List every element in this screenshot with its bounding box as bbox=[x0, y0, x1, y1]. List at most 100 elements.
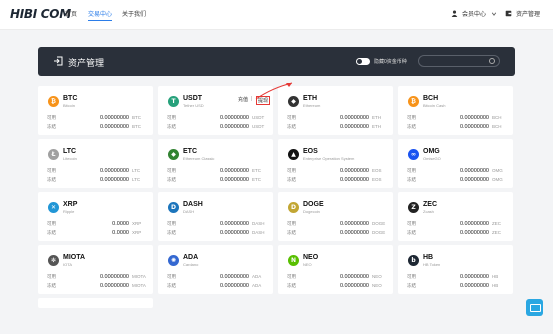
available-unit: EOS bbox=[372, 168, 382, 173]
frozen-label: 冻结 bbox=[407, 230, 416, 235]
coin-card-hb: b HB HB Token 可用 0.00000000 HB 冻结 0.00000000 HB bbox=[398, 245, 513, 294]
coin-symbol: DASH bbox=[183, 201, 203, 208]
available-label: 可用 bbox=[407, 274, 416, 279]
available-label: 可用 bbox=[287, 274, 296, 279]
ltc-icon: Ł bbox=[48, 149, 59, 160]
frozen-amount: 0.00000000 bbox=[339, 283, 369, 289]
member-center-menu[interactable]: 会员中心 bbox=[451, 9, 497, 18]
coin-name: HB Token bbox=[423, 262, 441, 267]
frozen-amount: 0.00000000 bbox=[219, 283, 249, 289]
coin-symbol: BTC bbox=[63, 95, 78, 102]
available-amount: 0.00000000 bbox=[459, 115, 489, 121]
available-unit: XRP bbox=[132, 221, 142, 226]
available-unit: NEO bbox=[372, 274, 382, 279]
coin-symbol: USDT bbox=[183, 95, 203, 102]
available-label: 可用 bbox=[167, 115, 176, 120]
member-center-label: 会员中心 bbox=[462, 12, 487, 18]
coin-name: OmiseGO bbox=[423, 156, 441, 161]
asset-management-link[interactable]: 资产管理 bbox=[505, 9, 540, 18]
frozen-unit: ZEC bbox=[492, 230, 501, 235]
coin-symbol: BCH bbox=[423, 95, 439, 102]
coin-card-eos: ▲ EOS Enterprise Operation System 可用 0.00000… bbox=[278, 139, 393, 188]
frozen-label: 冻结 bbox=[47, 177, 56, 182]
coin-card-zec: Z ZEC Zcash 可用 0.00000000 ZEC 冻结 0.00000000 ZEC bbox=[398, 192, 513, 241]
available-amount: 0.00000000 bbox=[219, 274, 249, 280]
coin-name: Enterprise Operation System bbox=[303, 156, 355, 161]
coin-card-partial bbox=[38, 298, 153, 308]
frozen-unit: BCH bbox=[492, 124, 502, 129]
eos-icon: ▲ bbox=[288, 149, 299, 160]
coin-name: Zcash bbox=[423, 209, 434, 214]
coin-symbol: MIOTA bbox=[63, 254, 86, 261]
frozen-label: 冻结 bbox=[287, 230, 296, 235]
nav-about-us[interactable]: 关于我们 bbox=[122, 9, 146, 18]
neo-icon: N bbox=[288, 255, 299, 266]
brand-name: HIBI COM bbox=[10, 7, 71, 21]
coin-card-btc: ₿ BTC Bitcoin 可用 0.00000000 BTC 冻结 0.00000000 BT… bbox=[38, 86, 153, 135]
available-amount: 0.00000000 bbox=[339, 115, 369, 121]
available-amount: 0.00000000 bbox=[219, 168, 249, 174]
available-amount: 0.00000000 bbox=[459, 221, 489, 227]
asset-management-label: 资产管理 bbox=[516, 12, 541, 18]
bch-icon: ₿ bbox=[408, 96, 419, 107]
deposit-link[interactable]: 充值 bbox=[238, 96, 248, 103]
coin-search-input[interactable] bbox=[418, 55, 500, 67]
frozen-amount: 0.00000000 bbox=[219, 230, 249, 236]
dash-icon: D bbox=[168, 202, 179, 213]
available-unit: ZEC bbox=[492, 221, 501, 226]
coin-name: NEO bbox=[303, 262, 312, 267]
annotation-arrow bbox=[255, 82, 293, 100]
available-amount: 0.00000000 bbox=[339, 274, 369, 280]
available-amount: 0.00000000 bbox=[219, 115, 249, 121]
frozen-amount: 0.00000000 bbox=[219, 177, 249, 183]
chevron-down-icon bbox=[491, 12, 497, 16]
frozen-label: 冻结 bbox=[167, 124, 176, 129]
frozen-unit: OMG bbox=[492, 177, 503, 182]
frozen-label: 冻结 bbox=[167, 177, 176, 182]
iota-icon: ✻ bbox=[48, 255, 59, 266]
nav-trading-center[interactable]: 交易中心 bbox=[88, 9, 113, 21]
zec-icon: Z bbox=[408, 202, 419, 213]
available-label: 可用 bbox=[287, 168, 296, 173]
frozen-unit: USDT bbox=[252, 124, 265, 129]
search-icon[interactable] bbox=[489, 58, 495, 64]
available-amount: 0.00000000 bbox=[219, 221, 249, 227]
available-amount: 0.00000000 bbox=[339, 221, 369, 227]
frozen-label: 冻结 bbox=[167, 283, 176, 288]
page-title: 资产管理 bbox=[68, 58, 105, 68]
coin-card-omg: ∞ OMG OmiseGO 可用 0.00000000 OMG 冻结 0.00000000 OM… bbox=[398, 139, 513, 188]
frozen-amount: 0.0000 bbox=[112, 230, 129, 236]
frozen-unit: MIOTA bbox=[132, 283, 146, 288]
coin-symbol: EOS bbox=[303, 148, 318, 155]
coin-card-bch: ₿ BCH Bitcoin Cash 可用 0.00000000 BCH 冻结 0.00000… bbox=[398, 86, 513, 135]
frozen-amount: 0.00000000 bbox=[99, 124, 129, 130]
available-label: 可用 bbox=[47, 115, 56, 120]
chat-support-button[interactable] bbox=[526, 299, 543, 316]
coin-symbol: ETH bbox=[303, 95, 317, 102]
available-unit: HB bbox=[492, 274, 499, 279]
coin-name: IOTA bbox=[63, 262, 73, 267]
available-unit: OMG bbox=[492, 168, 503, 173]
coin-name: Cardano bbox=[183, 262, 199, 267]
available-label: 可用 bbox=[287, 115, 296, 120]
frozen-label: 冻结 bbox=[47, 283, 56, 288]
hide-zero-toggle[interactable] bbox=[356, 58, 370, 65]
brand-logo[interactable]: HIBI COM bbox=[10, 7, 71, 21]
frozen-label: 冻结 bbox=[407, 177, 416, 182]
frozen-amount: 0.00000000 bbox=[459, 124, 489, 130]
coin-card-miota: ✻ MIOTA IOTA 可用 0.00000000 MIOTA 冻结 0.00000000 M… bbox=[38, 245, 153, 294]
available-label: 可用 bbox=[407, 221, 416, 226]
nav-home[interactable]: 首页 bbox=[65, 9, 77, 18]
available-label: 可用 bbox=[407, 168, 416, 173]
coin-symbol: XRP bbox=[63, 201, 78, 208]
coin-name: DASH bbox=[183, 209, 195, 214]
doge-icon: D bbox=[288, 202, 299, 213]
coin-symbol: ETC bbox=[183, 148, 197, 155]
btc-icon: ₿ bbox=[48, 96, 59, 107]
frozen-unit: DOGE bbox=[372, 230, 386, 235]
coin-card-xrp: ✕ XRP Ripple 可用 0.0000 XRP 冻结 0.0000 XRP bbox=[38, 192, 153, 241]
available-amount: 0.00000000 bbox=[459, 168, 489, 174]
available-amount: 0.00000000 bbox=[459, 274, 489, 280]
frozen-unit: DASH bbox=[252, 230, 265, 235]
frozen-amount: 0.00000000 bbox=[339, 230, 369, 236]
